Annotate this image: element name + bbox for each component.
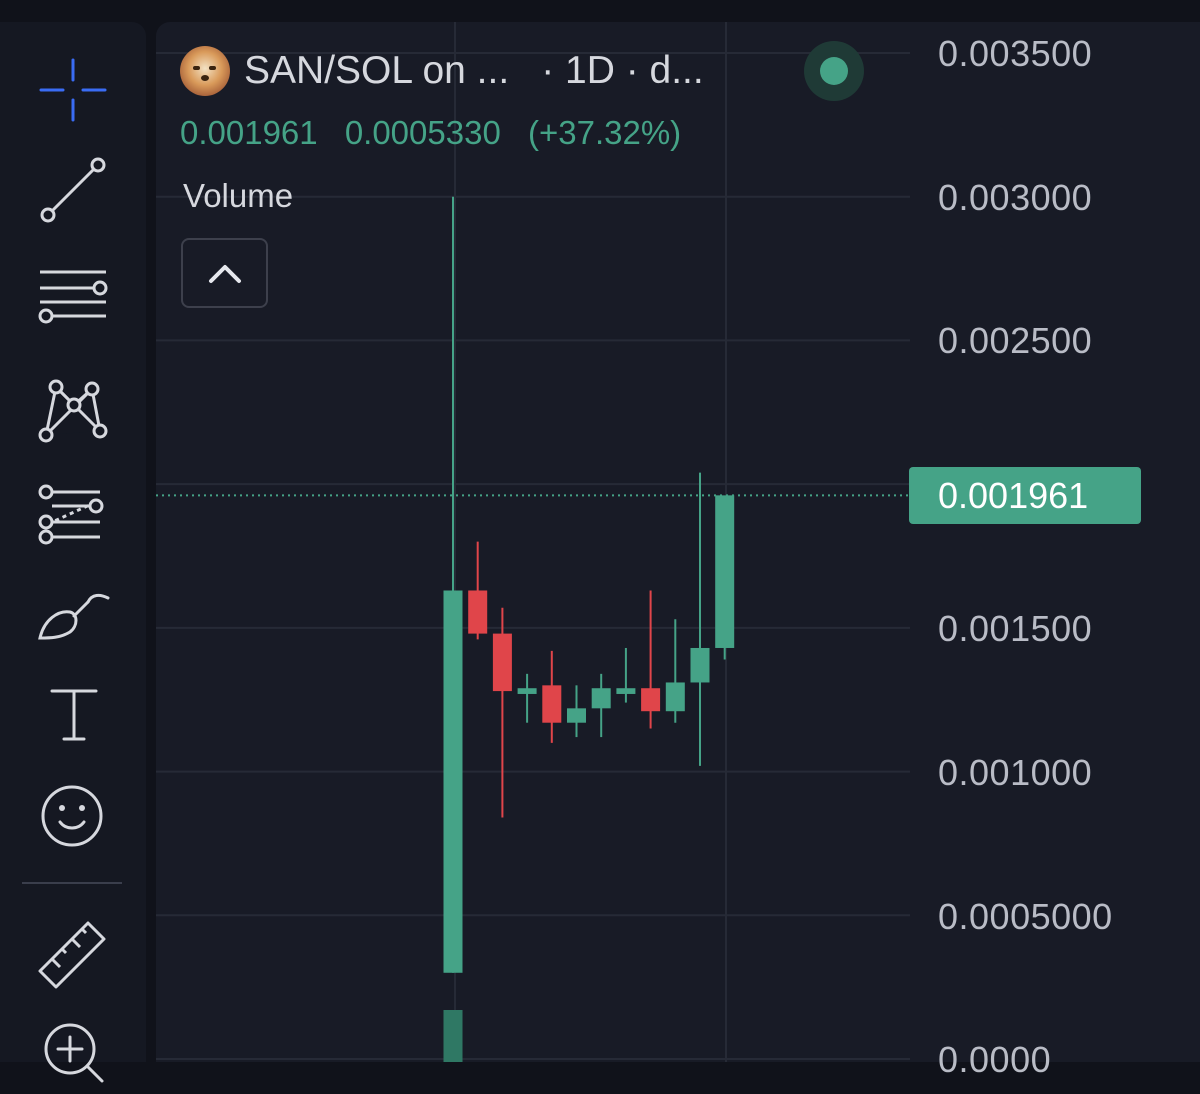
candle — [443, 196, 463, 973]
candle — [665, 619, 685, 723]
candle — [591, 673, 611, 738]
candle-body — [690, 647, 710, 683]
candle — [616, 647, 636, 703]
volume-label: Volume — [183, 177, 294, 214]
candle-body — [443, 590, 463, 973]
y-tick: 0.001000 — [938, 752, 1093, 793]
candle — [715, 495, 735, 660]
y-tick: 0.002500 — [938, 320, 1093, 361]
y-tick: 0.001500 — [938, 608, 1093, 649]
candle-body — [492, 633, 512, 692]
last-price: 0.001961 — [180, 114, 318, 151]
candle-body — [517, 688, 537, 694]
candle — [567, 685, 586, 738]
candle-body — [542, 685, 562, 723]
candle — [641, 590, 661, 729]
price-legend: 0.001961 0.0005330 (+37.32%) — [180, 114, 699, 152]
candles — [443, 196, 735, 1062]
candle-body — [641, 688, 661, 712]
y-tick: 0.003000 — [938, 177, 1093, 218]
live-status-icon — [804, 41, 864, 101]
candle-body — [616, 688, 636, 694]
candle-body — [567, 708, 586, 723]
y-tick: 0.003500 — [938, 33, 1093, 74]
interval-label: · 1D · d... — [541, 49, 704, 92]
candle — [492, 607, 512, 818]
y-tick: 0.0005000 — [938, 896, 1113, 937]
chevron-up-icon — [209, 265, 241, 283]
candle-body — [665, 682, 685, 712]
candle-body — [715, 495, 735, 648]
candle — [468, 541, 488, 640]
candle-body — [591, 688, 611, 709]
candle — [542, 650, 562, 743]
candle-body — [468, 590, 488, 634]
collapse-button[interactable] — [181, 238, 268, 308]
candle — [690, 472, 710, 766]
candle — [517, 673, 537, 723]
price-change-percent: (+37.32%) — [527, 114, 682, 151]
volume-bar — [443, 1010, 463, 1062]
price-change: 0.0005330 — [344, 114, 501, 151]
symbol-label: SAN/SOL on ... — [244, 49, 510, 92]
shiba-dog-avatar — [180, 46, 230, 96]
current-price-label: 0.001961 — [909, 467, 1141, 524]
y-tick: 0.0000 — [938, 1039, 1052, 1080]
chart-title[interactable]: SAN/SOL on ... · 1D · d... — [180, 46, 704, 96]
